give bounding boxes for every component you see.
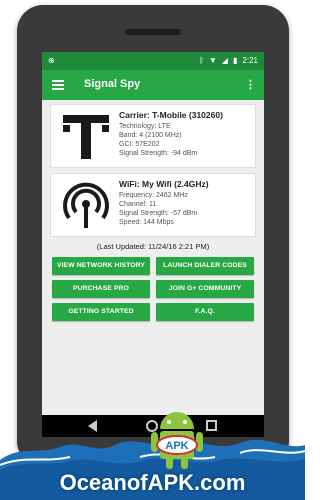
brand-watermark: OceanofAPK.com — [59, 470, 246, 495]
bluetooth-icon: ᛒ — [199, 56, 204, 65]
wifi-frequency: Frequency: 2462 MHz — [119, 192, 188, 199]
status-bar: ⊕ ᛒ ▼ ◢ ▮ 2:21 — [42, 52, 264, 70]
wifi-speed: Speed: 144 Mbps — [119, 219, 174, 226]
wifi-channel: Channel: 11 — [119, 201, 157, 208]
wifi-signal-strength: Signal Strength: -57 dBm — [119, 210, 198, 217]
last-updated-label: (Last Updated: 11/24/16 2:21 PM) — [96, 242, 210, 251]
earpiece-speaker — [125, 29, 181, 35]
cell-signal-icon: ◢ — [221, 56, 229, 65]
carrier-title: Carrier: T-Mobile (310260) — [119, 110, 223, 120]
getting-started-button[interactable]: GETTING STARTED — [52, 303, 150, 321]
app-title: Signal Spy — [84, 78, 141, 90]
purchase-pro-button[interactable]: PURCHASE PRO — [52, 280, 150, 298]
notification-icon: ⊕ — [48, 56, 55, 65]
apk-badge-text: APK — [165, 440, 188, 452]
wifi-card: WiFi: My Wifi (2.4GHz) Frequency: 2462 M… — [50, 173, 256, 237]
carrier-gci: GCI: 57E202 — [119, 141, 160, 148]
view-network-history-button[interactable]: VIEW NETWORK HISTORY — [52, 257, 150, 275]
wifi-status-icon: ▼ — [208, 56, 217, 65]
t-mobile-logo-icon — [63, 115, 109, 159]
carrier-signal-strength: Signal Strength: -94 dBm — [119, 150, 198, 157]
faq-button[interactable]: F.A.Q. — [156, 303, 254, 321]
carrier-band: Band: 4 (2100 MHz) — [119, 132, 182, 139]
more-options-icon[interactable]: ⋮ — [245, 78, 256, 91]
carrier-card: Carrier: T-Mobile (310260) Technology: L… — [50, 104, 256, 168]
status-time: 2:21 — [242, 56, 258, 65]
app-screen: ⊕ ᛒ ▼ ◢ ▮ 2:21 Signal Spy ⋮ Carrier: T-M… — [42, 52, 264, 415]
launch-dialer-codes-button[interactable]: LAUNCH DIALER CODES — [156, 257, 254, 275]
app-toolbar: Signal Spy ⋮ — [42, 70, 264, 100]
carrier-technology: Technology: LTE — [119, 123, 171, 130]
join-community-button[interactable]: JOIN G+ COMMUNITY — [156, 280, 254, 298]
wifi-broadcast-icon — [63, 182, 109, 228]
menu-icon[interactable] — [52, 80, 64, 90]
android-apk-badge-icon: APK — [151, 412, 203, 469]
battery-icon: ▮ — [233, 56, 238, 65]
wifi-title: WiFi: My Wifi (2.4GHz) — [119, 179, 209, 189]
